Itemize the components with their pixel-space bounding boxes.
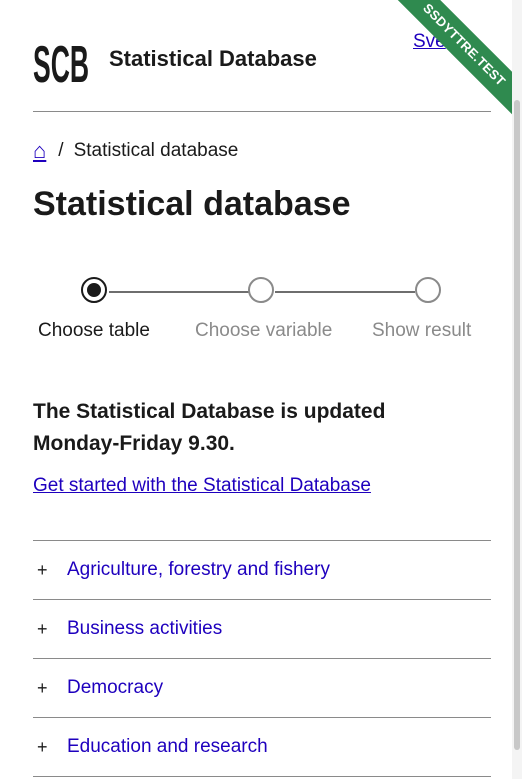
scb-logo[interactable]: SCB bbox=[33, 30, 89, 94]
step-label-choose-table[interactable]: Choose table bbox=[38, 320, 150, 342]
scrollbar-thumb[interactable] bbox=[514, 100, 520, 750]
breadcrumb-separator: / bbox=[58, 140, 64, 161]
step-indicator-choose-variable bbox=[248, 277, 274, 303]
main-content: SCB Statistical Database Sve ⌂ / Statist… bbox=[33, 0, 491, 777]
stepper-connector bbox=[275, 291, 415, 293]
accordion-item-label[interactable]: Agriculture, forestry and fishery bbox=[67, 559, 330, 581]
subject-accordion: + Agriculture, forestry and fishery + Bu… bbox=[33, 540, 491, 777]
expand-plus-icon: + bbox=[37, 736, 48, 757]
accordion-item-business[interactable]: + Business activities bbox=[33, 600, 491, 659]
accordion-item-label[interactable]: Business activities bbox=[67, 618, 222, 640]
get-started-link[interactable]: Get started with the Statistical Databas… bbox=[33, 475, 371, 497]
page-title: Statistical database bbox=[33, 185, 351, 223]
progress-stepper: Choose table Choose variable Show result bbox=[33, 275, 491, 345]
svg-text:SCB: SCB bbox=[33, 36, 89, 90]
home-icon[interactable]: ⌂ bbox=[33, 138, 46, 164]
stepper-connector bbox=[109, 291, 249, 293]
accordion-item-agriculture[interactable]: + Agriculture, forestry and fishery bbox=[33, 541, 491, 600]
breadcrumb-current: Statistical database bbox=[73, 140, 239, 161]
language-switch-link[interactable]: Sve bbox=[413, 31, 446, 53]
accordion-item-label[interactable]: Democracy bbox=[67, 677, 163, 699]
accordion-item-education[interactable]: + Education and research bbox=[33, 718, 491, 777]
accordion-item-label[interactable]: Education and research bbox=[67, 736, 268, 758]
scb-logo-icon: SCB bbox=[33, 36, 89, 94]
page: SCB Statistical Database Sve ⌂ / Statist… bbox=[0, 0, 522, 779]
update-notice: The Statistical Database is updated Mond… bbox=[33, 400, 386, 455]
breadcrumb: ⌂ / Statistical database bbox=[33, 138, 238, 164]
step-indicator-show-result bbox=[415, 277, 441, 303]
expand-plus-icon: + bbox=[37, 677, 48, 698]
site-header: SCB Statistical Database Sve bbox=[33, 0, 491, 112]
step-indicator-choose-table[interactable] bbox=[81, 277, 107, 303]
scrollbar-track[interactable] bbox=[512, 0, 522, 779]
site-title: Statistical Database bbox=[109, 46, 317, 71]
step-label-show-result: Show result bbox=[372, 320, 472, 341]
expand-plus-icon: + bbox=[37, 618, 48, 639]
step-label-choose-variable: Choose variable bbox=[195, 320, 333, 341]
expand-plus-icon: + bbox=[37, 559, 48, 580]
accordion-item-democracy[interactable]: + Democracy bbox=[33, 659, 491, 718]
